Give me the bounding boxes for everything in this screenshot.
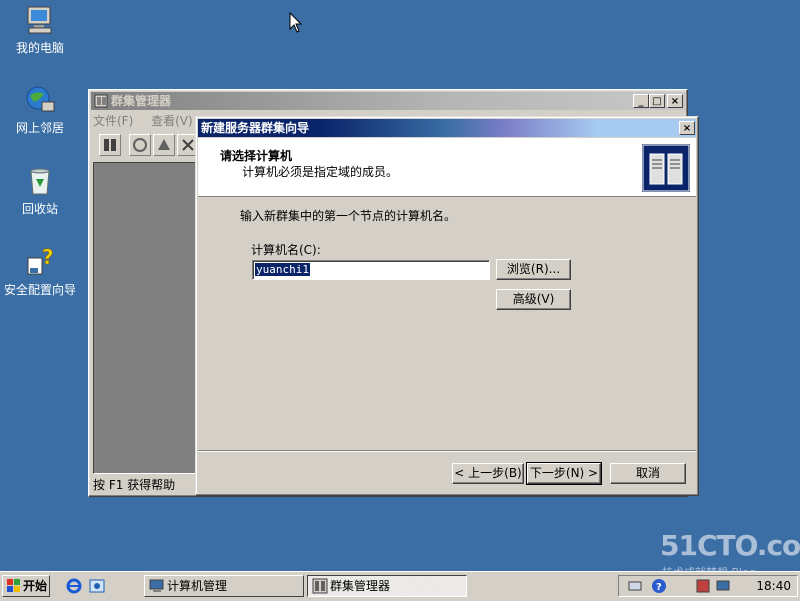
security-wizard-icon: ? <box>24 245 56 278</box>
tray-display-icon[interactable] <box>715 578 731 594</box>
cluster-task-icon <box>312 578 328 594</box>
browse-button[interactable]: 浏览(R)... <box>496 259 571 280</box>
task-label: 计算机管理 <box>167 579 228 593</box>
task-computer-management[interactable]: 计算机管理 <box>144 575 304 597</box>
desktop-icon-label: 网上邻居 <box>15 121 64 135</box>
watermark-brand: 51CTO.com <box>660 529 800 562</box>
desktop-icon-label: 安全配置向导 <box>3 283 76 297</box>
menu-bar: 文件(F) 查看(V) <box>93 112 207 130</box>
desktop-icon-network-places[interactable]: 网上邻居 <box>0 84 80 136</box>
window-title: 群集管理器 <box>111 94 172 108</box>
desktop-icon-label: 我的电脑 <box>15 41 64 55</box>
advanced-button[interactable]: 高级(V) <box>496 289 571 310</box>
desktop-icon-recycle-bin[interactable]: 回收站 <box>0 165 80 217</box>
computer-name-input[interactable]: yuanchi1 <box>252 260 490 280</box>
tree-pane[interactable] <box>93 162 197 474</box>
cluster-icon <box>104 139 116 151</box>
computer-icon <box>24 4 56 36</box>
close-button[interactable]: × <box>667 94 683 108</box>
clock[interactable]: 18:40 <box>756 579 791 593</box>
wizard-header: 请选择计算机 计算机必须是指定域的成员。 <box>198 138 696 197</box>
computer-name-value: yuanchi1 <box>255 263 310 276</box>
maximize-button[interactable]: □ <box>649 94 665 108</box>
desktop-icon-label: 回收站 <box>21 202 58 216</box>
mouse-cursor-icon <box>289 11 303 37</box>
system-tray: ? 18:40 <box>618 575 798 597</box>
task-cluster-administrator[interactable]: 群集管理器 <box>307 575 467 597</box>
start-button[interactable]: 开始 <box>2 575 50 597</box>
toolbar-nav-button[interactable] <box>129 134 151 156</box>
window-titlebar[interactable]: 群集管理器 _ □ × <box>91 92 685 110</box>
header-title: 请选择计算机 <box>220 149 293 163</box>
new-cluster-wizard-dialog[interactable]: 新建服务器群集向导 × 请选择计算机 计算机必须是指定域的成员。 输入新群集中的… <box>195 116 699 496</box>
target-icon <box>133 138 147 152</box>
explorer-quicklaunch-icon[interactable] <box>89 578 105 594</box>
toolbar-cluster-button[interactable] <box>99 134 121 156</box>
header-subtitle: 计算机必须是指定域的成员。 <box>242 165 399 179</box>
button-separator <box>198 450 696 452</box>
dialog-title: 新建服务器群集向导 <box>201 121 310 135</box>
menu-view[interactable]: 查看(V) <box>151 114 193 128</box>
ie-quicklaunch-icon[interactable] <box>66 578 82 594</box>
svg-text:?: ? <box>42 246 54 269</box>
taskbar: 开始 计算机管理 群集管理器 ? 18:40 <box>0 571 800 601</box>
instruction-text: 输入新群集中的第一个节点的计算机名。 <box>240 209 457 223</box>
cluster-app-icon <box>94 94 108 108</box>
task-label: 群集管理器 <box>330 579 391 593</box>
next-button[interactable]: 下一步(N) > <box>526 462 602 485</box>
tray-network-icon[interactable] <box>627 578 643 594</box>
windows-logo-icon <box>6 578 22 594</box>
desktop-icon-my-computer[interactable]: 我的电脑 <box>0 4 80 56</box>
back-button[interactable]: < 上一步(B) <box>452 463 524 484</box>
tray-help-icon[interactable]: ? <box>651 578 667 594</box>
cancel-button[interactable]: 取消 <box>610 463 686 484</box>
dialog-titlebar[interactable]: 新建服务器群集向导 × <box>198 119 696 137</box>
desktop-icon-security-wizard[interactable]: ? 安全配置向导 <box>0 245 80 298</box>
toolbar-up-button[interactable] <box>153 134 175 156</box>
start-label: 开始 <box>23 579 48 593</box>
computer-management-icon <box>149 578 165 594</box>
tray-security-icon[interactable] <box>695 578 711 594</box>
status-bar: 按 F1 获得帮助 <box>93 478 176 492</box>
computer-name-label: 计算机名(C): <box>251 243 321 257</box>
recycle-bin-icon <box>24 165 56 197</box>
server-cluster-icon <box>642 144 690 192</box>
svg-text:?: ? <box>656 582 662 593</box>
menu-file[interactable]: 文件(F) <box>93 114 133 128</box>
network-globe-icon <box>24 84 56 116</box>
triangle-up-icon <box>158 139 170 150</box>
minimize-button[interactable]: _ <box>633 94 649 108</box>
dialog-close-button[interactable]: × <box>679 121 695 135</box>
